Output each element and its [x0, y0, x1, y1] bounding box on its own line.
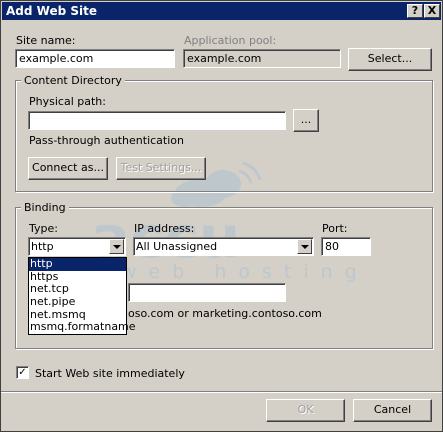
- type-option-msmq-formatname[interactable]: msmq.formatname: [29, 321, 136, 334]
- window-title: Add Web Site: [6, 4, 97, 18]
- physical-path-input[interactable]: [28, 111, 286, 130]
- ok-button: OK: [266, 399, 345, 422]
- type-label: Type:: [29, 222, 58, 235]
- type-select[interactable]: http: [28, 237, 126, 256]
- ip-address-value: All Unassigned: [136, 240, 218, 253]
- host-example-text: oso.com or marketing.contoso.com: [128, 307, 322, 320]
- site-name-input[interactable]: example.com: [15, 49, 175, 68]
- help-button[interactable]: ?: [407, 4, 423, 18]
- browse-path-button[interactable]: ...: [293, 109, 319, 132]
- type-dropdown-list: http https net.tcp net.pipe net.msmq msm…: [28, 257, 136, 336]
- host-name-input[interactable]: [128, 283, 286, 302]
- footer-divider: [1, 391, 442, 393]
- physical-path-label: Physical path:: [29, 95, 106, 108]
- select-app-pool-button[interactable]: Select...: [348, 48, 432, 71]
- content-directory-legend: Content Directory: [21, 74, 125, 87]
- chevron-down-icon[interactable]: [297, 239, 312, 254]
- start-immediately-checkbox[interactable]: ✓: [16, 366, 29, 379]
- ip-address-label: IP address:: [134, 222, 195, 235]
- test-settings-button: Test Settings...: [116, 157, 206, 180]
- ip-address-select[interactable]: All Unassigned: [133, 237, 314, 256]
- connect-as-button[interactable]: Connect as...: [28, 157, 108, 180]
- type-select-value: http: [31, 240, 54, 253]
- type-option-http[interactable]: http: [29, 257, 126, 271]
- type-option-net-pipe[interactable]: net.pipe: [29, 295, 126, 309]
- binding-legend: Binding: [21, 201, 69, 214]
- close-button[interactable]: X: [424, 4, 440, 18]
- add-web-site-dialog: Add Web Site ? X accu web hosting Site n…: [0, 0, 443, 432]
- app-pool-field: example.com: [183, 49, 341, 68]
- start-immediately-label: Start Web site immediately: [35, 367, 185, 380]
- app-pool-label: Application pool:: [184, 34, 277, 47]
- port-label: Port:: [322, 222, 348, 235]
- chevron-down-icon[interactable]: [109, 239, 124, 254]
- title-bar: Add Web Site ? X: [2, 2, 441, 20]
- site-name-label: Site name:: [16, 34, 76, 47]
- passthrough-auth-label: Pass-through authentication: [29, 134, 184, 147]
- port-input[interactable]: 80: [321, 237, 371, 256]
- cancel-button[interactable]: Cancel: [353, 399, 432, 422]
